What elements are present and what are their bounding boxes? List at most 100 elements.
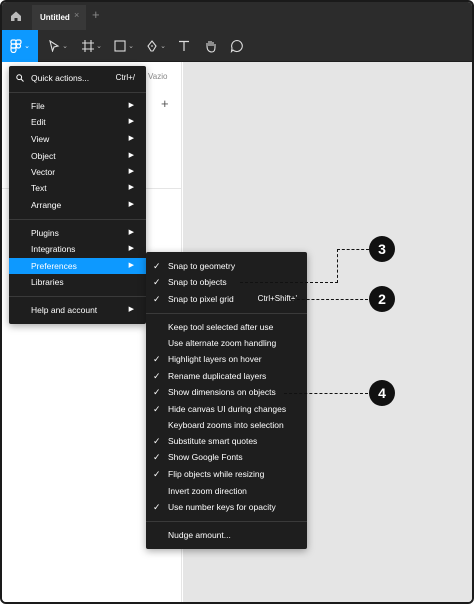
pref-alternate-zoom[interactable]: Use alternate zoom handling bbox=[146, 335, 307, 351]
menu-item-label: View bbox=[31, 134, 50, 144]
menu-item-quick-actions[interactable]: Quick actions... Ctrl+/ bbox=[9, 70, 146, 86]
menu-item-label: Use number keys for opacity bbox=[168, 502, 276, 512]
menu-item-text[interactable]: Text ▶ bbox=[9, 180, 146, 196]
menu-item-label: Keep tool selected after use bbox=[168, 322, 274, 332]
menu-item-label: Show dimensions on objects bbox=[168, 387, 276, 397]
pref-google-fonts[interactable]: ✓ Show Google Fonts bbox=[146, 449, 307, 465]
pref-keyboard-zooms[interactable]: Keyboard zooms into selection bbox=[146, 417, 307, 433]
menu-item-object[interactable]: Object ▶ bbox=[9, 148, 146, 164]
hand-tool[interactable] bbox=[202, 30, 220, 62]
comment-tool[interactable] bbox=[228, 30, 246, 62]
chevron-down-icon: ⌄ bbox=[62, 43, 68, 50]
checkmark-icon: ✓ bbox=[153, 277, 161, 287]
pref-hide-canvas-ui[interactable]: ✓ Hide canvas UI during changes bbox=[146, 401, 307, 417]
menu-divider bbox=[146, 521, 307, 522]
frame-icon bbox=[82, 40, 95, 52]
chevron-right-icon: ▶ bbox=[128, 245, 134, 252]
menu-item-label: Help and account bbox=[31, 305, 98, 315]
menu-item-libraries[interactable]: Libraries bbox=[9, 274, 146, 290]
rectangle-icon bbox=[114, 40, 126, 52]
pref-nudge-amount[interactable]: Nudge amount... bbox=[146, 527, 307, 543]
menu-item-view[interactable]: View ▶ bbox=[9, 131, 146, 147]
pref-invert-zoom[interactable]: Invert zoom direction bbox=[146, 483, 307, 499]
checkmark-icon: ✓ bbox=[153, 294, 161, 304]
checkmark-icon: ✓ bbox=[153, 371, 161, 381]
menu-item-file[interactable]: File ▶ bbox=[9, 98, 146, 114]
pref-rename-duplicated[interactable]: ✓ Rename duplicated layers bbox=[146, 368, 307, 384]
menu-item-label: Flip objects while resizing bbox=[168, 469, 265, 479]
comment-icon bbox=[230, 39, 243, 53]
add-page-icon[interactable]: + bbox=[161, 96, 169, 111]
checkmark-icon: ✓ bbox=[153, 452, 161, 462]
callout-3: 3 bbox=[369, 236, 395, 262]
menu-divider bbox=[9, 92, 146, 93]
menu-item-label: Plugins bbox=[31, 228, 59, 238]
hand-icon bbox=[206, 41, 216, 53]
chevron-right-icon: ▶ bbox=[128, 118, 134, 125]
pref-number-keys-opacity[interactable]: ✓ Use number keys for opacity bbox=[146, 499, 307, 515]
pref-snap-to-pixel-grid[interactable]: ✓ Snap to pixel grid Ctrl+Shift+' bbox=[146, 291, 307, 307]
toolbar: ⌄ ⌄ ⌄ ⌄ ⌄ bbox=[2, 30, 472, 62]
chevron-right-icon: ▶ bbox=[128, 102, 134, 109]
menu-item-label: Highlight layers on hover bbox=[168, 354, 262, 364]
menu-item-plugins[interactable]: Plugins ▶ bbox=[9, 225, 146, 241]
cursor-icon bbox=[49, 40, 60, 52]
menu-item-label: Libraries bbox=[31, 277, 64, 287]
chevron-right-icon: ▶ bbox=[128, 229, 134, 236]
home-icon[interactable] bbox=[2, 2, 30, 30]
pref-keep-tool-selected[interactable]: Keep tool selected after use bbox=[146, 319, 307, 335]
checkmark-icon: ✓ bbox=[153, 354, 161, 364]
menu-item-label: Keyboard zooms into selection bbox=[168, 420, 284, 430]
pref-smart-quotes[interactable]: ✓ Substitute smart quotes bbox=[146, 433, 307, 449]
close-tab-icon[interactable]: × bbox=[74, 10, 79, 20]
menu-divider bbox=[146, 313, 307, 314]
checkmark-icon: ✓ bbox=[153, 469, 161, 479]
menu-item-label: Rename duplicated layers bbox=[168, 371, 267, 381]
pref-highlight-layers[interactable]: ✓ Highlight layers on hover bbox=[146, 351, 307, 367]
callout-3-leader bbox=[337, 249, 338, 283]
text-tool[interactable] bbox=[176, 30, 192, 62]
menu-divider bbox=[9, 219, 146, 220]
checkmark-icon: ✓ bbox=[153, 436, 161, 446]
checkmark-icon: ✓ bbox=[153, 404, 161, 414]
callout-2: 2 bbox=[369, 286, 395, 312]
menu-item-label: Arrange bbox=[31, 200, 62, 210]
app-window: Untitled × + ⌄ ⌄ ⌄ ⌄ ⌄ Vazio + Quick act… bbox=[0, 0, 474, 604]
checkmark-icon: ✓ bbox=[153, 387, 161, 397]
chevron-right-icon: ▶ bbox=[128, 135, 134, 142]
checkmark-icon: ✓ bbox=[153, 261, 161, 271]
pen-tool[interactable]: ⌄ bbox=[144, 30, 168, 62]
callout-2-leader bbox=[292, 299, 368, 300]
menu-item-label: Object bbox=[31, 151, 56, 161]
callout-4: 4 bbox=[369, 380, 395, 406]
menu-item-preferences[interactable]: Preferences ▶ bbox=[9, 258, 146, 274]
menu-item-edit[interactable]: Edit ▶ bbox=[9, 114, 146, 130]
shape-tool[interactable]: ⌄ bbox=[112, 30, 136, 62]
pref-flip-objects[interactable]: ✓ Flip objects while resizing bbox=[146, 466, 307, 482]
chevron-right-icon: ▶ bbox=[128, 201, 134, 208]
callout-4-leader bbox=[284, 393, 368, 394]
menu-item-vector[interactable]: Vector ▶ bbox=[9, 164, 146, 180]
chevron-down-icon: ⌄ bbox=[160, 43, 166, 50]
menu-divider bbox=[9, 296, 146, 297]
page-selector[interactable]: Vazio bbox=[148, 72, 167, 81]
tab-title: Untitled bbox=[40, 13, 70, 22]
pref-show-dimensions[interactable]: ✓ Show dimensions on objects bbox=[146, 384, 307, 400]
figma-logo-icon bbox=[10, 39, 22, 53]
frame-tool[interactable]: ⌄ bbox=[80, 30, 104, 62]
chevron-right-icon: ▶ bbox=[128, 262, 134, 269]
menu-item-label: Use alternate zoom handling bbox=[168, 338, 277, 348]
tab-bar: Untitled × + bbox=[2, 2, 472, 30]
menu-item-label: File bbox=[31, 101, 45, 111]
move-tool[interactable]: ⌄ bbox=[46, 30, 70, 62]
menu-item-integrations[interactable]: Integrations ▶ bbox=[9, 241, 146, 257]
menu-item-help-and-account[interactable]: Help and account ▶ bbox=[9, 302, 146, 318]
new-tab-icon[interactable]: + bbox=[92, 7, 100, 22]
menu-item-arrange[interactable]: Arrange ▶ bbox=[9, 197, 146, 213]
menu-item-label: Edit bbox=[31, 117, 46, 127]
preferences-submenu: ✓ Snap to geometry ✓ Snap to objects ✓ Snap… bbox=[146, 252, 307, 549]
main-menu: Quick actions... Ctrl+/ File ▶ Edit ▶ View… bbox=[9, 66, 146, 324]
pref-snap-to-geometry[interactable]: ✓ Snap to geometry bbox=[146, 258, 307, 274]
main-menu-button[interactable]: ⌄ bbox=[2, 30, 38, 62]
chevron-right-icon: ▶ bbox=[128, 184, 134, 191]
